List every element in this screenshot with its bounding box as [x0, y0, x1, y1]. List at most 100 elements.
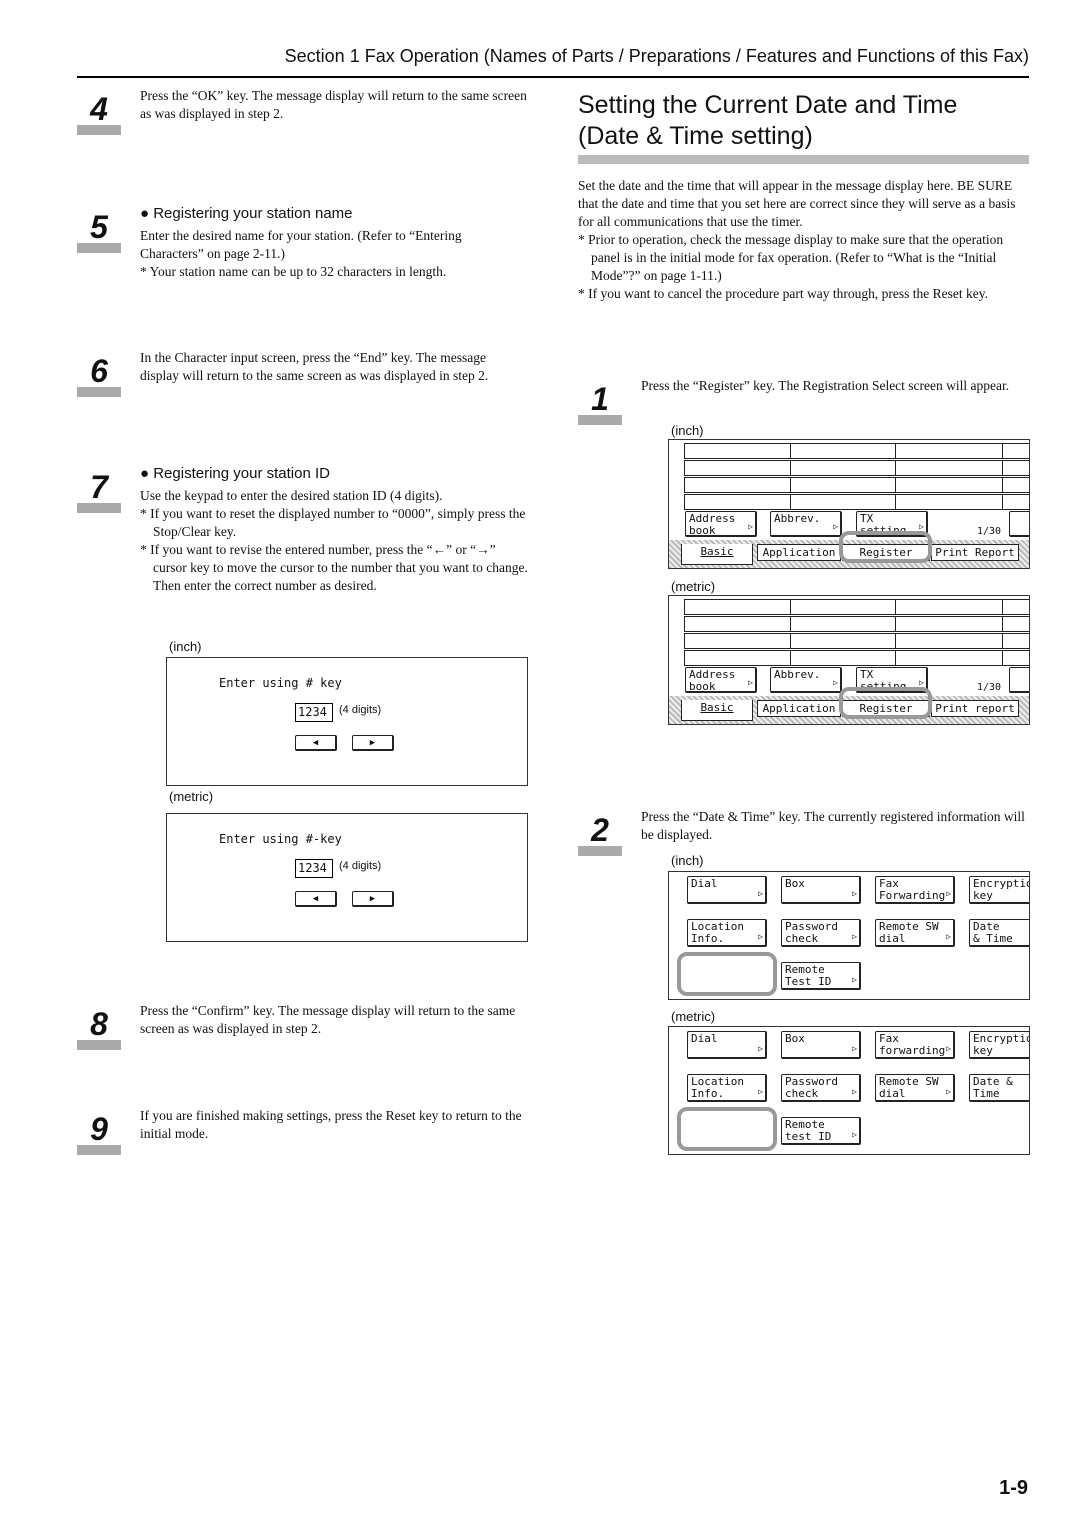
setting-button[interactable]: Remote SW dial ▷ [875, 919, 955, 947]
list-cell[interactable] [684, 460, 791, 476]
step-paragraph: If you are finished making settings, pre… [140, 1108, 522, 1141]
step-paragraph: In the Character input screen, press the… [140, 350, 489, 383]
step-text: Press the “Register” key. The Registrati… [641, 377, 1029, 395]
function-button[interactable]: Address book ▷ [685, 667, 757, 693]
function-button[interactable]: Abbrev. ▷ [770, 667, 842, 693]
list-cell[interactable] [895, 460, 1003, 476]
setting-button[interactable]: Fax Forwarding ▷ [875, 876, 955, 904]
step-paragraph: Use the keypad to enter the desired stat… [140, 488, 443, 503]
list-cell[interactable] [790, 460, 896, 476]
step-text: Press the “Confirm” key. The message dis… [140, 1002, 528, 1038]
setting-button[interactable]: Fax forwarding ▷ [875, 1031, 955, 1059]
list-cell[interactable] [790, 616, 896, 632]
list-cell[interactable] [895, 616, 1003, 632]
setting-button[interactable]: Location Info. ▷ [687, 1074, 767, 1102]
list-cell[interactable] [1002, 494, 1029, 510]
setting-button[interactable]: Remote SW dial ▷ [875, 1074, 955, 1102]
cursor-right-button[interactable]: ▶ [352, 735, 394, 751]
step-text: ● Registering your station name Enter the… [140, 205, 528, 281]
list-cell[interactable] [895, 443, 1003, 459]
setting-button[interactable]: Remote test ID ▷ [781, 1117, 861, 1145]
station-id-field[interactable]: 1234 [295, 859, 333, 878]
header-rule [77, 76, 1029, 78]
station-id-field[interactable]: 1234 [295, 703, 333, 722]
list-cell[interactable] [684, 616, 791, 632]
step-text: In the Character input screen, press the… [140, 349, 528, 385]
tab-application[interactable]: Application [757, 700, 841, 717]
step-number: 4 [77, 91, 121, 139]
list-cell[interactable] [790, 633, 896, 649]
step-paragraph: Press the “OK” key. The message display … [140, 88, 527, 121]
screen-caption: (metric) [671, 1009, 716, 1024]
list-cell[interactable] [895, 494, 1003, 510]
arrow-icon: ▷ [946, 889, 951, 898]
arrow-icon: ▷ [758, 1087, 763, 1096]
prompt-text: Enter using # key [219, 676, 342, 690]
tab-basic[interactable]: Basic [681, 544, 753, 565]
cursor-left-button[interactable]: ◀ [295, 735, 337, 751]
list-cell[interactable] [895, 599, 1003, 615]
step-text: Press the “OK” key. The message display … [140, 87, 528, 123]
setting-button[interactable]: Password check ▷ [781, 919, 861, 947]
setting-button[interactable]: Box ▷ [781, 876, 861, 904]
function-button[interactable]: Address book ▷ [685, 511, 757, 537]
tab-print-report[interactable]: Print report [931, 700, 1019, 717]
manual-page: Section 1 Fax Operation (Names of Parts … [0, 0, 1080, 1528]
arrow-icon: ▷ [758, 1044, 763, 1053]
list-cell[interactable] [684, 477, 791, 493]
list-cell[interactable] [895, 633, 1003, 649]
step-bar [77, 1145, 121, 1155]
screen-caption: (metric) [671, 579, 716, 594]
list-cell[interactable] [684, 633, 791, 649]
registration-screen: Address book ▷ Abbrev. ▷ TX setting ▷ 1/30 Basic A… [668, 439, 1030, 569]
list-cell[interactable] [1002, 477, 1029, 493]
step-text: ● Registering your station ID Use the key… [140, 465, 528, 595]
list-cell[interactable] [684, 599, 791, 615]
step-bar [77, 243, 121, 253]
intro-note: * If you want to cancel the procedure pa… [578, 286, 988, 301]
arrow-icon: ▷ [833, 522, 838, 531]
setting-button[interactable]: Location Info. ▷ [687, 919, 767, 947]
setting-button[interactable]: Dial ▷ [687, 876, 767, 904]
list-cell[interactable] [790, 443, 896, 459]
intro-paragraph: Set the date and the time that will appe… [578, 178, 1016, 229]
list-cell[interactable] [684, 494, 791, 510]
scroll-down-button[interactable] [1009, 667, 1029, 693]
step-digit: 2 [591, 812, 609, 848]
list-cell[interactable] [895, 477, 1003, 493]
step-digit: 4 [90, 91, 108, 127]
list-cell[interactable] [790, 650, 896, 666]
tab-print-report[interactable]: Print Report [931, 544, 1019, 561]
setting-button[interactable]: Date & Time [969, 919, 1029, 947]
tab-basic[interactable]: Basic [681, 700, 753, 721]
cursor-left-button[interactable]: ◀ [295, 891, 337, 907]
setting-button[interactable]: Dial ▷ [687, 1031, 767, 1059]
setting-button[interactable]: Remote Test ID ▷ [781, 962, 861, 990]
tab-application[interactable]: Application [757, 544, 841, 561]
list-cell[interactable] [1002, 599, 1029, 615]
setting-button[interactable]: Date & Time [969, 1074, 1029, 1102]
page-indicator: 1/30 [977, 682, 1002, 693]
list-cell[interactable] [1002, 443, 1029, 459]
list-cell[interactable] [1002, 616, 1029, 632]
list-cell[interactable] [895, 650, 1003, 666]
list-cell[interactable] [790, 494, 896, 510]
setting-button[interactable]: Password check ▷ [781, 1074, 861, 1102]
list-cell[interactable] [684, 443, 791, 459]
setting-button[interactable]: Encryptionkey [969, 1031, 1029, 1059]
cursor-right-button[interactable]: ▶ [352, 891, 394, 907]
setting-button[interactable]: Box ▷ [781, 1031, 861, 1059]
list-cell[interactable] [790, 477, 896, 493]
title-rule [578, 155, 1029, 164]
step-bar [77, 125, 121, 135]
scroll-down-button[interactable] [1009, 511, 1029, 537]
arrow-icon: ▷ [852, 1044, 857, 1053]
list-cell[interactable] [790, 599, 896, 615]
step-bar [77, 503, 121, 513]
list-cell[interactable] [684, 650, 791, 666]
function-button[interactable]: Abbrev. ▷ [770, 511, 842, 537]
list-cell[interactable] [1002, 460, 1029, 476]
list-cell[interactable] [1002, 650, 1029, 666]
list-cell[interactable] [1002, 633, 1029, 649]
setting-button[interactable]: Encryptionkey [969, 876, 1029, 904]
